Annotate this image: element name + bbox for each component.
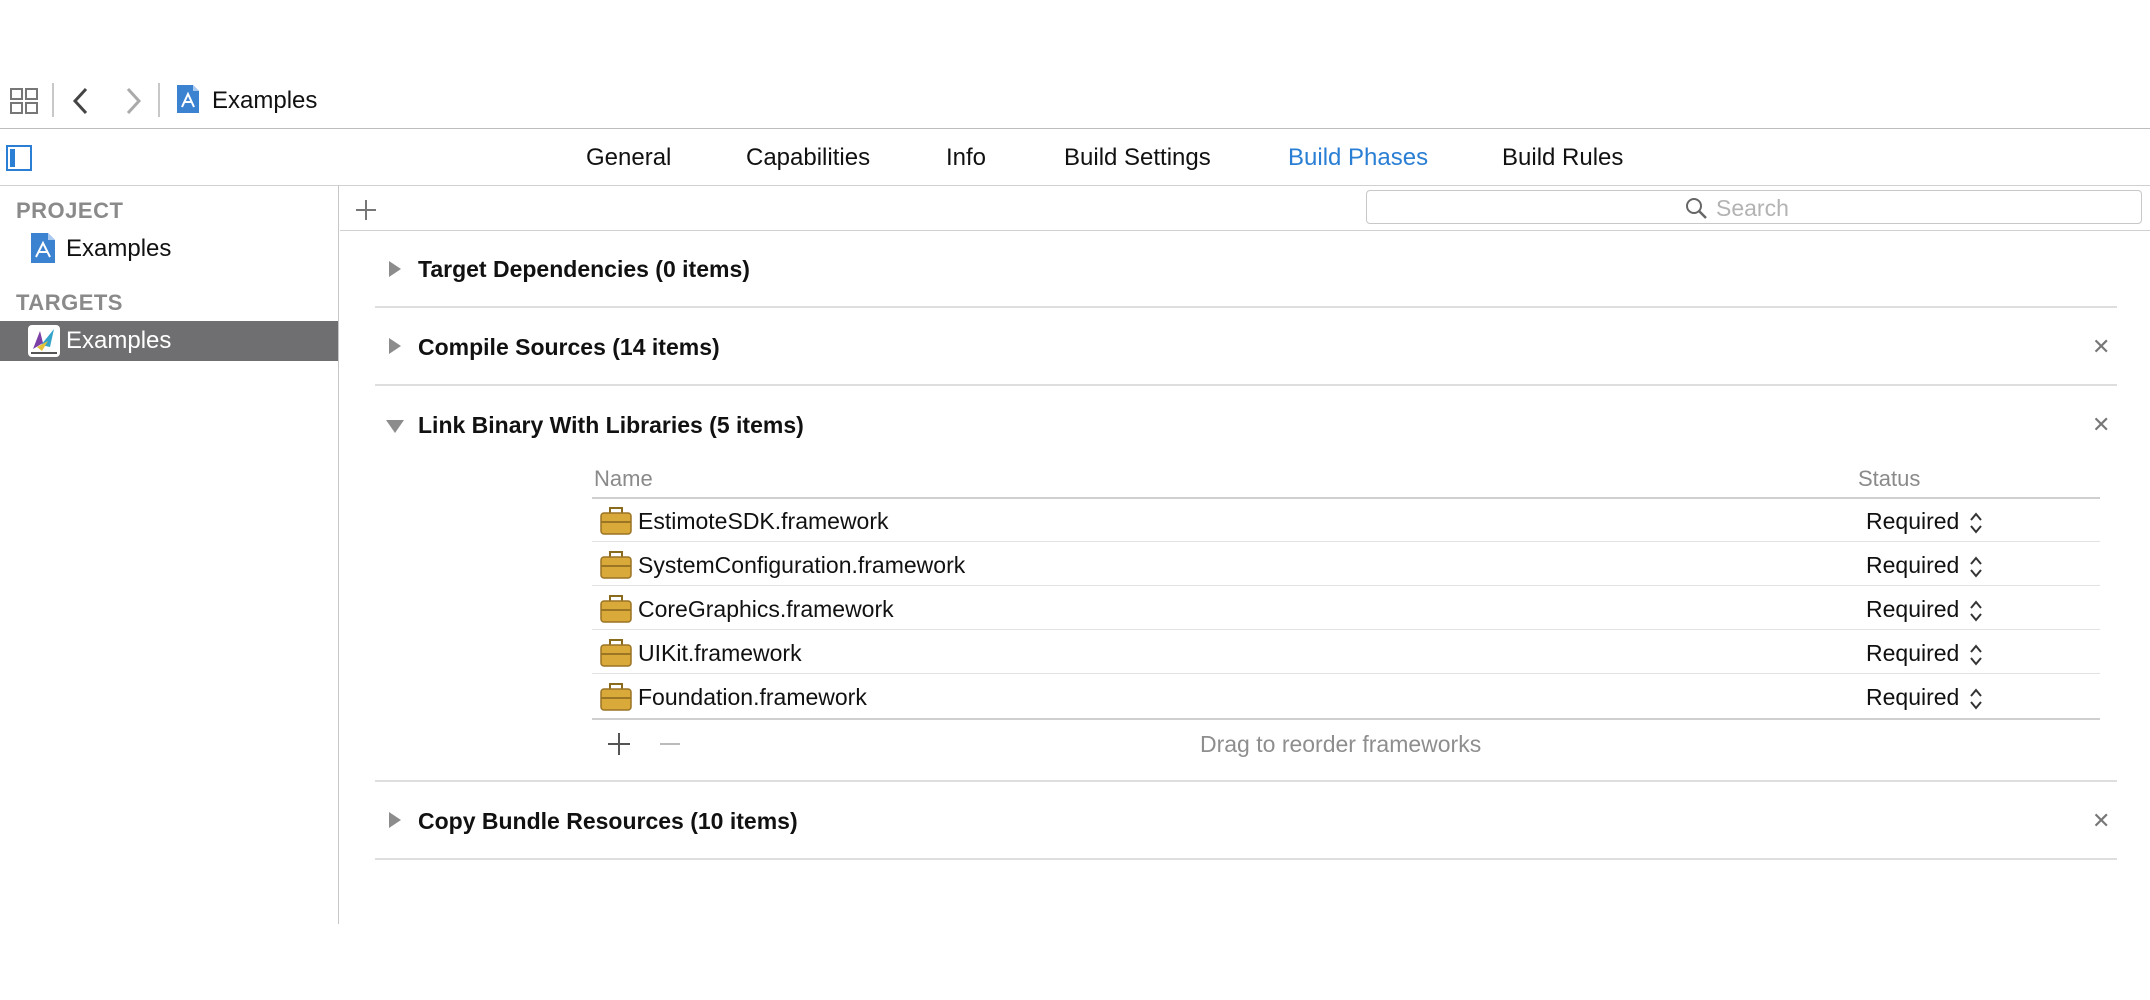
forward-icon[interactable] xyxy=(122,86,144,116)
row-divider xyxy=(592,673,2100,674)
remove-library-icon[interactable] xyxy=(658,732,682,756)
framework-icon xyxy=(600,639,632,667)
tab-capabilities[interactable]: Capabilities xyxy=(746,143,870,173)
row-divider xyxy=(592,629,2100,630)
phase-target-dependencies[interactable]: Target Dependencies (0 items) xyxy=(418,254,750,284)
tab-build-settings[interactable]: Build Settings xyxy=(1064,143,1211,173)
show-navigator-icon[interactable] xyxy=(6,145,32,171)
delete-phase-icon[interactable]: ✕ xyxy=(2092,335,2110,359)
tab-info[interactable]: Info xyxy=(946,143,986,173)
phase-compile-sources[interactable]: Compile Sources (14 items) xyxy=(418,332,720,362)
project-file-icon xyxy=(176,84,200,114)
framework-icon xyxy=(600,595,632,623)
tab-build-rules[interactable]: Build Rules xyxy=(1502,143,1623,173)
framework-icon xyxy=(600,551,632,579)
add-library-icon[interactable] xyxy=(607,732,631,756)
column-header-status[interactable]: Status xyxy=(1858,466,1920,492)
add-phase-icon[interactable] xyxy=(354,198,378,222)
library-name[interactable]: Foundation.framework xyxy=(638,683,867,711)
toolbar-separator xyxy=(158,83,160,117)
status-stepper-icon[interactable] xyxy=(1969,510,1983,536)
row-divider xyxy=(592,585,2100,586)
disclosure-triangle-icon[interactable] xyxy=(389,812,401,828)
sidebar-item-target[interactable]: Examples xyxy=(66,326,171,356)
status-value[interactable]: Required xyxy=(1866,551,1959,579)
status-value[interactable]: Required xyxy=(1866,639,1959,667)
framework-icon xyxy=(600,507,632,535)
phase-copy-bundle-resources[interactable]: Copy Bundle Resources (10 items) xyxy=(418,806,798,836)
back-icon[interactable] xyxy=(70,86,92,116)
library-name[interactable]: UIKit.framework xyxy=(638,639,802,667)
status-stepper-icon[interactable] xyxy=(1969,686,1983,712)
phase-link-binary[interactable]: Link Binary With Libraries (5 items) xyxy=(418,410,804,440)
delete-phase-icon[interactable]: ✕ xyxy=(2092,809,2110,833)
divider xyxy=(375,384,2117,386)
toolbar-separator xyxy=(52,83,54,117)
reorder-hint: Drag to reorder frameworks xyxy=(1200,731,1482,757)
sidebar-item-project[interactable]: Examples xyxy=(66,234,171,264)
divider xyxy=(375,306,2117,308)
app-target-icon xyxy=(28,325,60,357)
tab-build-phases[interactable]: Build Phases xyxy=(1288,143,1428,173)
jump-bar xyxy=(0,78,2150,129)
status-stepper-icon[interactable] xyxy=(1969,598,1983,624)
divider xyxy=(375,858,2117,860)
search-icon xyxy=(1684,196,1708,220)
project-section-header: PROJECT xyxy=(16,198,124,223)
header-divider xyxy=(592,497,2100,499)
disclosure-triangle-icon[interactable] xyxy=(386,420,404,433)
grid-icon[interactable] xyxy=(10,88,40,116)
status-value[interactable]: Required xyxy=(1866,595,1959,623)
status-stepper-icon[interactable] xyxy=(1969,554,1983,580)
column-header-name[interactable]: Name xyxy=(594,466,653,492)
table-bottom-divider xyxy=(592,718,2100,720)
project-file-icon xyxy=(30,232,56,264)
status-value[interactable]: Required xyxy=(1866,683,1959,711)
search-placeholder: Search xyxy=(1716,195,1789,221)
library-name[interactable]: EstimoteSDK.framework xyxy=(638,507,889,535)
disclosure-triangle-icon[interactable] xyxy=(389,338,401,354)
targets-section-header: TARGETS xyxy=(16,290,123,315)
status-stepper-icon[interactable] xyxy=(1969,642,1983,668)
tab-general[interactable]: General xyxy=(586,143,671,173)
disclosure-triangle-icon[interactable] xyxy=(389,261,401,277)
breadcrumb-title[interactable]: Examples xyxy=(212,86,317,116)
divider xyxy=(375,780,2117,782)
delete-phase-icon[interactable]: ✕ xyxy=(2092,413,2110,437)
library-name[interactable]: SystemConfiguration.framework xyxy=(638,551,965,579)
row-divider xyxy=(592,541,2100,542)
status-value[interactable]: Required xyxy=(1866,507,1959,535)
library-name[interactable]: CoreGraphics.framework xyxy=(638,595,894,623)
framework-icon xyxy=(600,683,632,711)
